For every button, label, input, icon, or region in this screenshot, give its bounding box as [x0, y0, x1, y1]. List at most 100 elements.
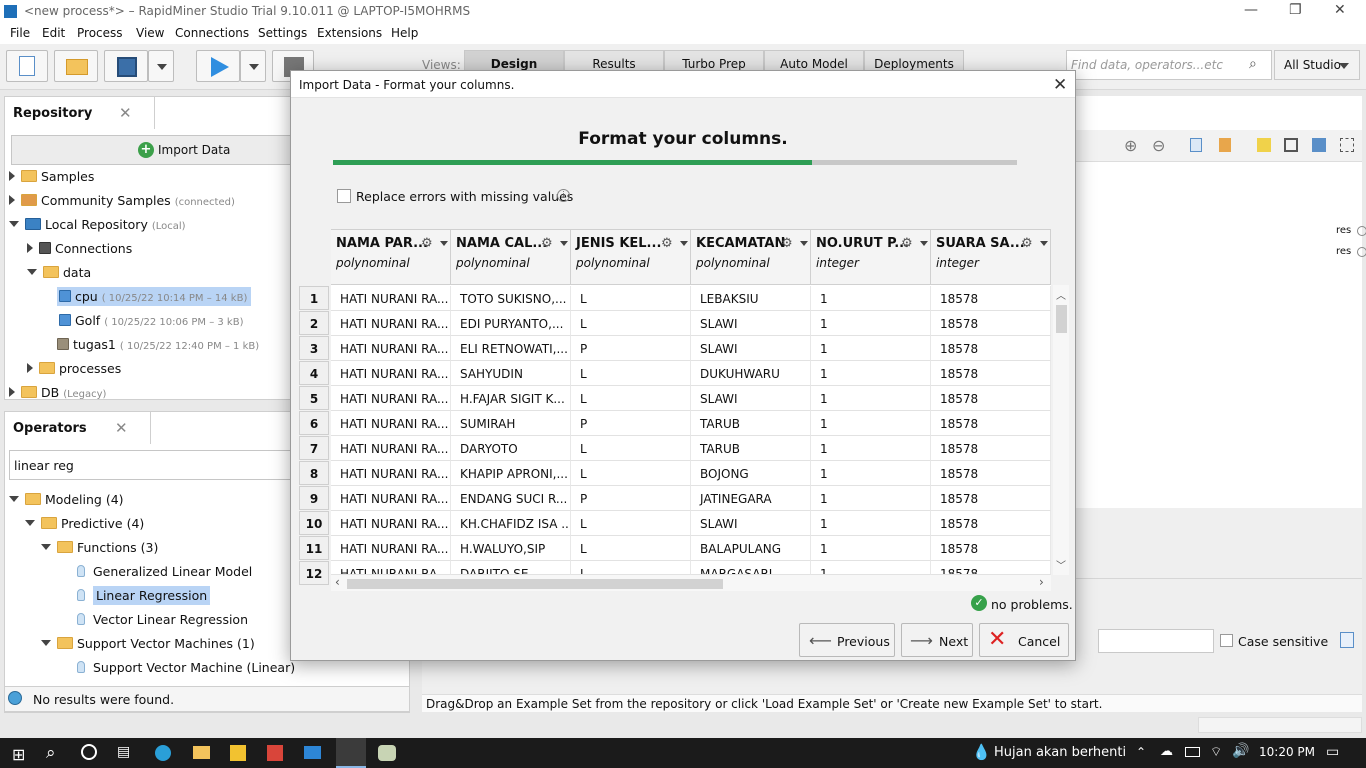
table-cell[interactable]: 18578 [931, 461, 1051, 486]
table-cell[interactable]: P [571, 486, 691, 511]
table-cell[interactable]: KH.CHAFIDZ ISA ... [451, 511, 571, 536]
table-cell[interactable]: 1 [811, 461, 931, 486]
rapidminer-taskbar-icon[interactable] [336, 738, 366, 768]
chevron-up-icon[interactable]: ⌃ [1136, 745, 1146, 759]
search-icon[interactable]: ⌕ [1249, 56, 1257, 72]
table-cell[interactable]: SLAWI [691, 311, 811, 336]
layers-icon[interactable] [1312, 138, 1326, 152]
operator-search-input[interactable]: linear reg [9, 450, 309, 480]
close-window-icon[interactable]: ✕ [1334, 2, 1346, 18]
table-cell[interactable]: HATI NURANI RA... [331, 411, 451, 436]
chevron-down-icon[interactable] [680, 241, 688, 246]
table-cell[interactable]: DARJITO,SE [451, 561, 571, 575]
table-cell[interactable]: 18578 [931, 511, 1051, 536]
tree-item-local-repository[interactable]: Local Repository (Local) [9, 217, 186, 232]
table-cell[interactable]: 18578 [931, 336, 1051, 361]
table-cell[interactable]: KHAPIP APRONI,... [451, 461, 571, 486]
menu-settings[interactable]: Settings [258, 26, 307, 40]
column-header[interactable]: NAMA PAR... ⚙ polynominal [331, 229, 451, 285]
table-cell[interactable]: 1 [811, 536, 931, 561]
zoom-out-icon[interactable]: ⊖ [1152, 136, 1165, 155]
table-cell[interactable]: L [571, 436, 691, 461]
case-sensitive-checkbox[interactable] [1220, 634, 1233, 647]
menu-file[interactable]: File [10, 26, 30, 40]
tree-item-db[interactable]: DB (Legacy) [9, 385, 106, 399]
onedrive-icon[interactable]: ☁ [1160, 744, 1173, 759]
table-cell[interactable]: HATI NURANI RA... [331, 311, 451, 336]
gear-icon[interactable]: ⚙ [421, 236, 433, 251]
operators-tab[interactable]: Operators ✕ [5, 412, 151, 444]
weather-text[interactable]: Hujan akan berhenti [994, 745, 1126, 760]
table-cell[interactable]: 1 [811, 511, 931, 536]
gear-icon[interactable]: ⚙ [541, 236, 553, 251]
table-cell[interactable]: ENDANG SUCI R... [451, 486, 571, 511]
windows-start-icon[interactable]: ⊞ [12, 745, 25, 764]
table-cell[interactable]: HATI NURANI RA... [331, 336, 451, 361]
table-cell[interactable]: DARYOTO [451, 436, 571, 461]
table-cell[interactable]: L [571, 361, 691, 386]
table-cell[interactable]: 1 [811, 286, 931, 311]
table-cell[interactable]: DUKUHWARU [691, 361, 811, 386]
table-cell[interactable]: 1 [811, 561, 931, 575]
store-icon[interactable] [230, 745, 246, 761]
table-cell[interactable]: 1 [811, 361, 931, 386]
gear-icon[interactable]: ⚙ [661, 236, 673, 251]
table-cell[interactable]: H.FAJAR SIGIT K... [451, 386, 571, 411]
table-cell[interactable]: 18578 [931, 311, 1051, 336]
tree-item-support-vector-machines[interactable]: Support Vector Machines (1) [41, 636, 255, 651]
chevron-down-icon[interactable] [1040, 241, 1048, 246]
chevron-down-icon[interactable] [800, 241, 808, 246]
tree-item-tugas1[interactable]: tugas1 ( 10/25/22 12:40 PM – 1 kB) [57, 337, 259, 352]
table-cell[interactable]: 18578 [931, 436, 1051, 461]
close-icon[interactable]: ✕ [1053, 75, 1067, 95]
connect-icon[interactable] [1284, 138, 1298, 152]
chevron-left-icon[interactable]: ‹ [335, 575, 340, 589]
table-cell[interactable]: LEBAKSIU [691, 286, 811, 311]
volume-icon[interactable]: 🔊 [1232, 743, 1249, 759]
table-cell[interactable]: SUMIRAH [451, 411, 571, 436]
gear-icon[interactable]: ⚙ [1021, 236, 1033, 251]
cancel-button[interactable]: ✕ Cancel [979, 623, 1069, 657]
table-cell[interactable]: L [571, 536, 691, 561]
table-cell[interactable]: 18578 [931, 361, 1051, 386]
menu-edit[interactable]: Edit [42, 26, 65, 40]
table-cell[interactable]: JATINEGARA [691, 486, 811, 511]
chevron-down-icon[interactable]: ﹀ [1056, 557, 1066, 572]
table-cell[interactable]: L [571, 386, 691, 411]
new-process-button[interactable] [6, 50, 48, 82]
copy-icon[interactable] [1190, 138, 1202, 152]
minimize-icon[interactable]: — [1244, 2, 1258, 18]
chevron-down-icon[interactable] [920, 241, 928, 246]
table-cell[interactable]: 18578 [931, 561, 1051, 575]
table-cell[interactable]: TARUB [691, 411, 811, 436]
battery-icon[interactable] [1185, 747, 1200, 757]
operator-vector-linear-regression[interactable]: Vector Linear Regression [77, 612, 248, 627]
table-cell[interactable]: 1 [811, 411, 931, 436]
table-cell[interactable]: TOTO SUKISNO,... [451, 286, 571, 311]
port-icon[interactable] [1357, 226, 1366, 236]
chevron-down-icon[interactable] [440, 241, 448, 246]
table-cell[interactable]: SLAWI [691, 511, 811, 536]
horizontal-scrollbar[interactable]: ‹ › [331, 575, 1051, 591]
table-cell[interactable]: SLAWI [691, 336, 811, 361]
table-cell[interactable]: HATI NURANI RA... [331, 536, 451, 561]
tree-item-data[interactable]: data [27, 265, 91, 280]
paint-icon[interactable] [378, 745, 396, 761]
tree-item-modeling[interactable]: Modeling (4) [9, 492, 124, 507]
menu-process[interactable]: Process [77, 26, 123, 40]
scroll-thumb[interactable] [1056, 305, 1067, 333]
table-cell[interactable]: HATI NURANI RA... [331, 511, 451, 536]
table-cell[interactable]: 18578 [931, 536, 1051, 561]
table-cell[interactable]: HATI NURANI RA... [331, 461, 451, 486]
operator-support-vector-machine-linear[interactable]: Support Vector Machine (Linear) [77, 660, 295, 675]
replace-errors-checkbox[interactable] [337, 189, 351, 203]
scroll-thumb[interactable] [347, 579, 723, 589]
table-cell[interactable]: HATI NURANI RA... [331, 486, 451, 511]
repository-tab[interactable]: Repository ✕ [5, 97, 155, 129]
table-cell[interactable]: EDI PURYANTO,... [451, 311, 571, 336]
task-view-icon[interactable]: ▤ [117, 744, 130, 760]
table-cell[interactable]: 18578 [931, 386, 1051, 411]
info-icon[interactable]: i [557, 189, 570, 202]
table-cell[interactable]: SAHYUDIN [451, 361, 571, 386]
column-header[interactable]: SUARA SA... ⚙ integer [931, 229, 1051, 285]
